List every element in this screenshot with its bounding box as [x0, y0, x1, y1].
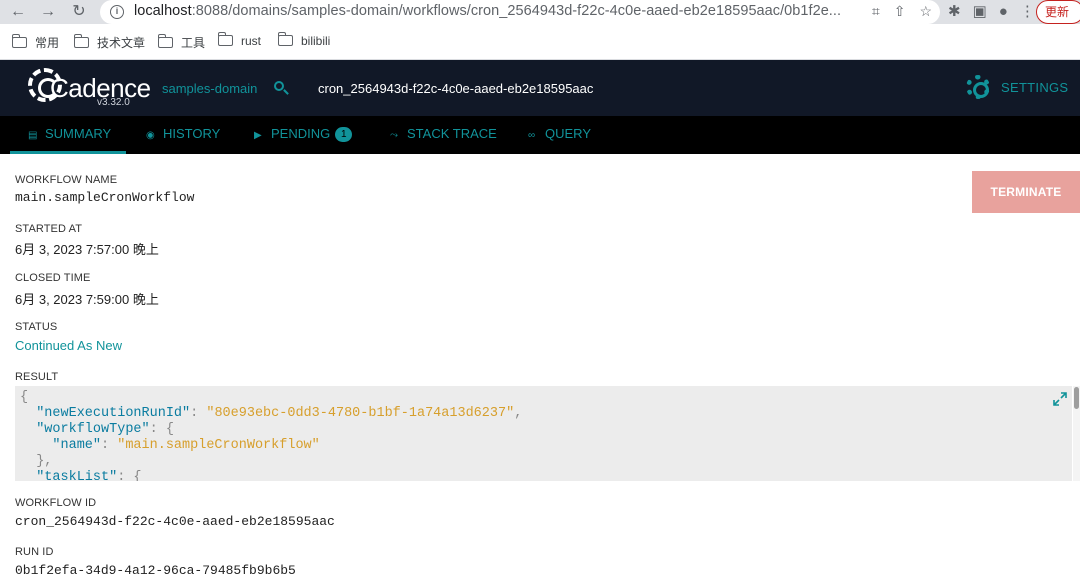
json-line: {: [20, 390, 28, 405]
bookmark-label: bilibili: [301, 34, 331, 48]
workflow-id-value: cron_2564943d-f22c-4c0e-aaed-eb2e18595aa…: [15, 514, 335, 529]
tab-query[interactable]: ∞ QUERY: [528, 116, 591, 154]
json-string: "80e93ebc-0dd3-4780-b1bf-1a74a13d6237": [206, 406, 515, 421]
gear-icon[interactable]: [966, 75, 990, 99]
json-punct: :: [190, 406, 207, 421]
history-icon: ◉: [146, 130, 155, 141]
result-scrollbar[interactable]: [1073, 386, 1080, 481]
side-panel-icon[interactable]: ▣: [973, 3, 987, 20]
bookmark-folder[interactable]: rust: [217, 32, 262, 48]
url-host: localhost: [134, 3, 192, 19]
site-info-icon[interactable]: i: [110, 5, 124, 19]
reload-icon[interactable]: ↻: [69, 2, 89, 22]
status-label: STATUS: [15, 321, 58, 333]
workflow-name-value: main.sampleCronWorkflow: [15, 190, 195, 205]
bookmark-folder[interactable]: 技术文章: [73, 34, 146, 51]
binoculars-icon: ∞: [528, 130, 536, 141]
bookmark-folder[interactable]: bilibili: [277, 32, 331, 48]
settings-button[interactable]: SETTINGS: [1001, 80, 1068, 95]
bookmark-folder[interactable]: 工具: [157, 34, 206, 51]
json-punct: {: [133, 470, 142, 481]
browser-actions: ✱ ▣ ● ⋮: [948, 2, 1047, 20]
app-header: Cadence v3.32.0 samples-domain cron_2564…: [0, 60, 1080, 116]
profile-icon[interactable]: ●: [999, 3, 1008, 20]
tab-history[interactable]: ◉ HISTORY: [146, 116, 220, 154]
json-string: "main.sampleCronWorkflow": [117, 438, 320, 453]
folder-icon: [73, 34, 89, 48]
json-key: "newExecutionRunId": [36, 406, 191, 421]
folder-icon: [157, 34, 173, 48]
workflow-name-label: WORKFLOW NAME: [15, 174, 118, 186]
folder-icon: [277, 32, 293, 46]
tab-stack-trace[interactable]: ⤳ STACK TRACE: [390, 116, 497, 154]
json-line: "name": "main.sampleCronWorkflow": [20, 438, 320, 453]
workflow-id-label: WORKFLOW ID: [15, 497, 97, 509]
folder-icon: [217, 32, 233, 46]
menu-icon[interactable]: ⋮: [1020, 3, 1035, 20]
tab-stack-trace-label: STACK TRACE: [407, 126, 497, 141]
tab-pending-label: PENDING: [271, 126, 331, 141]
json-key: "workflowType": [36, 422, 150, 437]
bookmark-label: 技术文章: [97, 36, 146, 50]
json-line: "workflowType": {: [20, 422, 174, 437]
started-at-value: 6月 3, 2023 7:57:00 晚上: [15, 242, 159, 257]
terminate-button[interactable]: TERMINATE: [972, 171, 1080, 213]
started-at-label: STARTED AT: [15, 223, 83, 235]
address-bar-actions: ⌗ ⇧ ☆: [858, 3, 932, 20]
run-id-label: RUN ID: [15, 546, 54, 558]
back-arrow-icon[interactable]: ←: [8, 2, 28, 22]
run-id-value: 0b1f2efa-34d9-4a12-96ca-79485fb9b6b5: [15, 563, 296, 578]
tab-summary[interactable]: ▤ SUMMARY: [10, 116, 126, 154]
json-punct: ,: [514, 406, 523, 421]
tab-summary-label: SUMMARY: [45, 126, 112, 141]
json-key: "name": [52, 438, 102, 453]
tab-history-label: HISTORY: [163, 126, 221, 141]
json-punct: {: [20, 390, 29, 405]
version-label: v3.32.0: [97, 97, 130, 108]
folder-icon: [11, 34, 27, 48]
json-punct: },: [36, 454, 53, 469]
translate-icon[interactable]: ⌗: [872, 3, 880, 19]
play-icon: ▶: [254, 130, 262, 141]
bookmark-star-icon[interactable]: ☆: [919, 3, 932, 19]
stack-trace-icon: ⤳: [390, 130, 398, 141]
update-button[interactable]: 更新: [1036, 0, 1080, 24]
url-text[interactable]: localhost:8088/domains/samples-domain/wo…: [134, 3, 841, 19]
search-icon[interactable]: [274, 81, 284, 91]
bookmarks-bar: 常用 技术文章 工具 rust bilibili: [0, 24, 1080, 60]
closed-time-label: CLOSED TIME: [15, 272, 91, 284]
json-punct: :: [117, 470, 134, 481]
result-label: RESULT: [15, 371, 59, 383]
bookmark-folder[interactable]: 常用: [11, 34, 60, 51]
share-icon[interactable]: ⇧: [894, 3, 906, 19]
json-line: "newExecutionRunId": "80e93ebc-0dd3-4780…: [20, 406, 522, 421]
scroll-thumb[interactable]: [1074, 387, 1079, 409]
json-punct: {: [165, 422, 174, 437]
bookmark-label: 工具: [181, 36, 206, 50]
expand-icon[interactable]: [1053, 392, 1067, 406]
tab-query-label: QUERY: [545, 126, 591, 141]
browser-toolbar: ← → ↻ i localhost:8088/domains/samples-d…: [0, 0, 1080, 24]
status-link[interactable]: Continued As New: [15, 338, 122, 353]
tab-bar: ▤ SUMMARY ◉ HISTORY ▶ PENDING 1 ⤳ STACK TRACE…: [0, 116, 1080, 154]
extensions-icon[interactable]: ✱: [948, 3, 961, 20]
result-json-viewer[interactable]: { "newExecutionRunId": "80e93ebc-0dd3-47…: [15, 386, 1072, 481]
closed-time-value: 6月 3, 2023 7:59:00 晚上: [15, 292, 159, 307]
workflow-breadcrumb: cron_2564943d-f22c-4c0e-aaed-eb2e18595aa…: [318, 81, 594, 96]
address-bar[interactable]: i localhost:8088/domains/samples-domain/…: [100, 0, 940, 24]
bookmark-label: 常用: [35, 36, 60, 50]
bookmark-label: rust: [241, 34, 262, 48]
json-key: "taskList": [36, 470, 118, 481]
json-line: "taskList": {: [20, 470, 142, 481]
forward-arrow-icon[interactable]: →: [38, 2, 58, 22]
document-icon: ▤: [28, 130, 38, 141]
url-path: :8088/domains/samples-domain/workflows/c…: [191, 3, 842, 19]
json-punct: :: [149, 422, 166, 437]
domain-link[interactable]: samples-domain: [162, 81, 257, 96]
pending-count-badge: 1: [335, 127, 353, 142]
json-line: },: [20, 454, 52, 469]
json-punct: :: [101, 438, 118, 453]
tab-pending[interactable]: ▶ PENDING 1: [254, 116, 353, 154]
